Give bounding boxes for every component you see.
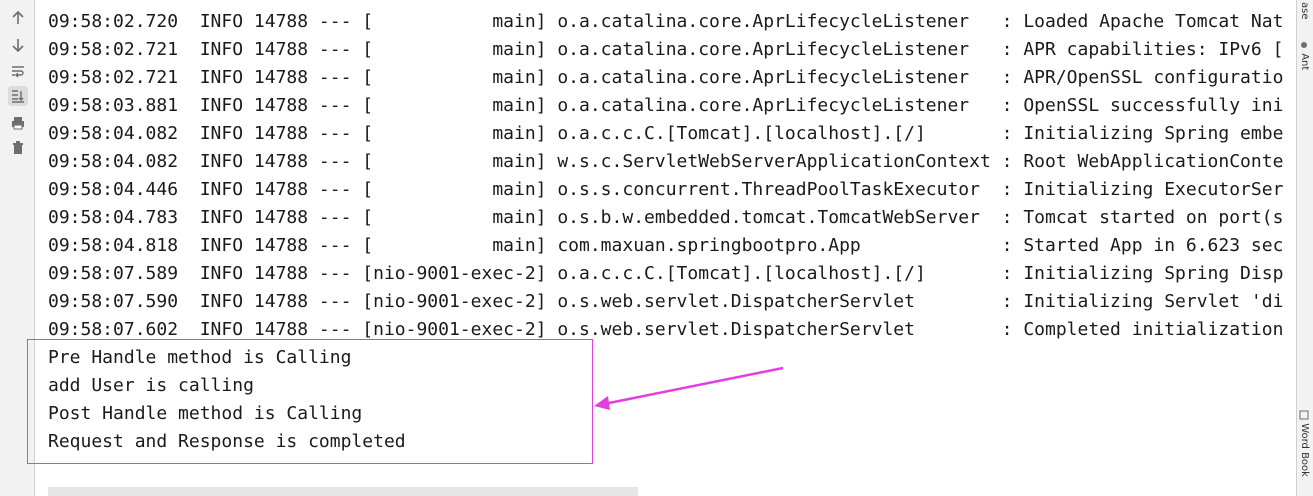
log-line: 09:58:07.589 INFO 14788 --- [nio-9001-ex… [48,263,1284,284]
soft-wrap-icon[interactable] [8,61,28,81]
log-line: 09:58:03.881 INFO 14788 --- [ main] o.a.… [48,95,1284,116]
print-icon[interactable] [8,113,28,133]
log-line: 09:58:04.082 INFO 14788 --- [ main] w.s.… [48,151,1284,172]
log-line: 09:58:04.783 INFO 14788 --- [ main] o.s.… [48,207,1284,228]
annotation-arrow-icon [594,366,784,410]
ant-icon [1301,42,1307,48]
ant-tab[interactable]: Ant [1299,40,1310,70]
right-tool-strip: ase Ant Word Book [1296,0,1313,496]
log-line: 09:58:02.721 INFO 14788 --- [ main] o.a.… [48,39,1284,60]
book-icon [1299,410,1309,420]
word-book-tab-label: Word Book [1299,423,1310,477]
log-line: 09:58:04.818 INFO 14788 --- [ main] com.… [48,235,1284,256]
up-arrow-icon[interactable] [8,8,28,28]
log-line: 09:58:02.721 INFO 14788 --- [ main] o.a.… [48,67,1284,88]
horizontal-scrollbar[interactable] [48,487,638,496]
database-tab-label[interactable]: ase [1299,2,1310,20]
log-line: 09:58:02.720 INFO 14788 --- [ main] o.a.… [48,11,1284,32]
word-book-tab[interactable]: Word Book [1299,410,1310,477]
down-arrow-icon[interactable] [8,35,28,55]
scroll-to-end-icon[interactable] [8,86,28,106]
ant-tab-label: Ant [1299,53,1310,71]
trash-icon[interactable] [8,138,28,158]
log-line: 09:58:07.590 INFO 14788 --- [nio-9001-ex… [48,291,1284,312]
log-line: 09:58:04.082 INFO 14788 --- [ main] o.a.… [48,123,1284,144]
log-line: 09:58:04.446 INFO 14788 --- [ main] o.s.… [48,179,1284,200]
highlight-box [27,339,593,464]
